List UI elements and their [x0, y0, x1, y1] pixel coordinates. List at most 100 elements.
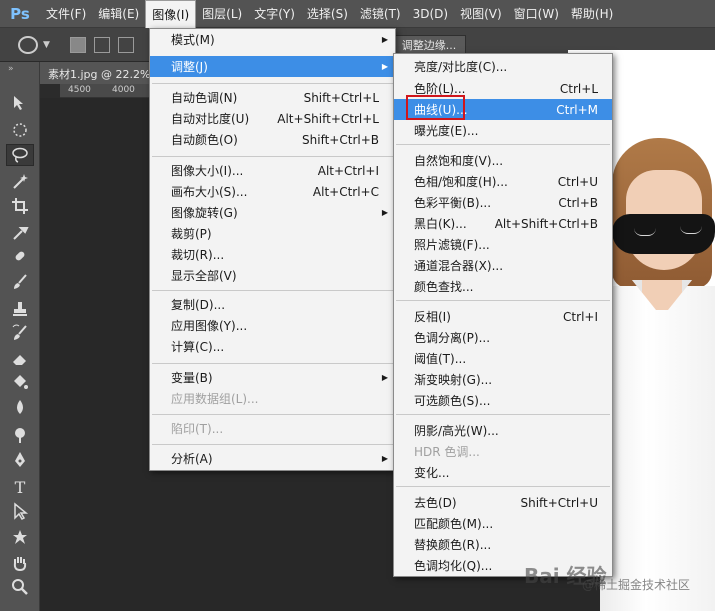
add-to-selection-icon[interactable]: [94, 37, 110, 53]
clone-stamp-tool-icon[interactable]: [6, 298, 34, 320]
menu-item-shortcut: Ctrl+L: [559, 81, 598, 96]
adjust-menu-item-9[interactable]: 通道混合器(X)...: [394, 255, 612, 276]
blur-tool-icon[interactable]: [6, 396, 34, 418]
menu-3d[interactable]: 3D(D): [407, 0, 454, 28]
menu-item-shortcut: Alt+Shift+Ctrl+L: [277, 111, 379, 126]
hand-tool-icon[interactable]: [6, 552, 34, 574]
adjust-menu-item-15[interactable]: 可选颜色(S)...: [394, 390, 612, 411]
marquee-tool-icon[interactable]: [6, 119, 34, 141]
menu-item-label: 颜色查找...: [414, 280, 474, 294]
menu-edit[interactable]: 编辑(E): [92, 0, 145, 28]
menu-item-shortcut: Ctrl+I: [563, 309, 598, 324]
menu-item-label: 自动颜色(O): [171, 133, 238, 147]
lasso-preset-icon[interactable]: [18, 36, 38, 54]
submenu-arrow-icon: ▶: [381, 62, 388, 71]
menu-item-label: 替换颜色(R)...: [414, 538, 492, 552]
new-selection-icon[interactable]: [70, 37, 86, 53]
menu-layer[interactable]: 图层(L): [196, 0, 248, 28]
image-menu-item-12[interactable]: 应用图像(Y)...: [150, 315, 395, 336]
image-menu-item-6[interactable]: 画布大小(S)... Alt+Ctrl+C: [150, 181, 395, 202]
paint-bucket-tool-icon[interactable]: [6, 371, 34, 393]
image-menu-item-9[interactable]: 裁切(R)...: [150, 244, 395, 265]
menu-separator: [152, 363, 395, 364]
adjust-menu-item-7[interactable]: 黑白(K)... Alt+Shift+Ctrl+B: [394, 213, 612, 234]
menu-file[interactable]: 文件(F): [40, 0, 92, 28]
crop-tool-icon[interactable]: [6, 195, 34, 217]
eraser-tool-icon[interactable]: [6, 348, 34, 370]
path-selection-tool-icon[interactable]: [6, 500, 34, 522]
image-menu-item-10[interactable]: 显示全部(V): [150, 265, 395, 286]
custom-shape-tool-icon[interactable]: [6, 526, 34, 548]
collapse-icon[interactable]: »: [8, 64, 14, 74]
menu-item-shortcut: Alt+Ctrl+C: [312, 184, 379, 199]
adjust-menu-item-4[interactable]: 自然饱和度(V)...: [394, 150, 612, 171]
healing-brush-tool-icon[interactable]: [6, 245, 34, 267]
move-tool-icon[interactable]: [6, 92, 34, 114]
menu-item-label: 调整(J): [171, 60, 208, 74]
adjust-menu-item-21[interactable]: 替换颜色(R)...: [394, 534, 612, 555]
image-menu-item-11[interactable]: 复制(D)...: [150, 294, 395, 315]
image-menu-item-4[interactable]: 自动颜色(O) Shift+Ctrl+B: [150, 129, 395, 150]
adjust-menu-item-0[interactable]: 亮度/对比度(C)...: [394, 56, 612, 77]
adjust-menu-item-11[interactable]: 反相(I) Ctrl+I: [394, 306, 612, 327]
pen-tool-icon[interactable]: [6, 449, 34, 471]
lasso-tool-icon[interactable]: [6, 144, 34, 166]
adjust-menu-item-18[interactable]: 变化...: [394, 462, 612, 483]
adjust-menu-item-13[interactable]: 阈值(T)...: [394, 348, 612, 369]
menu-item-shortcut: Shift+Ctrl+U: [520, 495, 598, 510]
menu-item-label: 变化...: [414, 466, 450, 480]
menu-image[interactable]: 图像(I): [145, 0, 197, 28]
image-menu-item-1[interactable]: 调整(J) ▶: [150, 56, 395, 77]
zoom-tool-icon[interactable]: [6, 576, 34, 598]
ruler-label: 4500: [68, 85, 91, 95]
adjust-menu-item-6[interactable]: 色彩平衡(B)... Ctrl+B: [394, 192, 612, 213]
image-menu-item-14[interactable]: 变量(B) ▶: [150, 367, 395, 388]
adjust-menu-item-3[interactable]: 曝光度(E)...: [394, 120, 612, 141]
type-tool-icon[interactable]: T: [6, 476, 34, 498]
adjust-menu-item-14[interactable]: 渐变映射(G)...: [394, 369, 612, 390]
menu-type[interactable]: 文字(Y): [248, 0, 301, 28]
brush-tool-icon[interactable]: [6, 271, 34, 293]
menu-separator: [396, 486, 610, 487]
history-brush-tool-icon[interactable]: [6, 322, 34, 344]
menu-item-label: 色调分离(P)...: [414, 331, 491, 345]
image-menu-item-17[interactable]: 分析(A) ▶: [150, 448, 395, 469]
refine-edge-button[interactable]: 调整边缘...: [392, 35, 466, 55]
adjust-menu-item-5[interactable]: 色相/饱和度(H)... Ctrl+U: [394, 171, 612, 192]
menu-view[interactable]: 视图(V): [454, 0, 508, 28]
image-menu-item-3[interactable]: 自动对比度(U) Alt+Shift+Ctrl+L: [150, 108, 395, 129]
adjust-menu-item-16[interactable]: 阴影/高光(W)...: [394, 420, 612, 441]
adjust-menu-item-8[interactable]: 照片滤镜(F)...: [394, 234, 612, 255]
menu-item-label: 阴影/高光(W)...: [414, 424, 499, 438]
adjust-menu-item-12[interactable]: 色调分离(P)...: [394, 327, 612, 348]
image-menu-item-15: 应用数据组(L)...: [150, 388, 395, 409]
document-tab[interactable]: 素材1.jpg @ 22.2%: [40, 62, 150, 84]
menu-item-label: 可选颜色(S)...: [414, 394, 491, 408]
dodge-tool-icon[interactable]: [6, 424, 34, 446]
image-menu-item-0[interactable]: 模式(M) ▶: [150, 29, 395, 50]
image-menu-item-8[interactable]: 裁剪(P): [150, 223, 395, 244]
menu-separator: [152, 83, 395, 84]
menu-item-label: 分析(A): [171, 452, 213, 466]
menu-filter[interactable]: 滤镜(T): [354, 0, 407, 28]
image-menu-item-5[interactable]: 图像大小(I)... Alt+Ctrl+I: [150, 160, 395, 181]
eyedropper-tool-icon[interactable]: [6, 222, 34, 244]
adjust-menu-item-19[interactable]: 去色(D) Shift+Ctrl+U: [394, 492, 612, 513]
adjust-menu-item-20[interactable]: 匹配颜色(M)...: [394, 513, 612, 534]
image-menu-item-13[interactable]: 计算(C)...: [150, 336, 395, 357]
image-menu-item-2[interactable]: 自动色调(N) Shift+Ctrl+L: [150, 87, 395, 108]
menu-item-shortcut: Alt+Shift+Ctrl+B: [494, 216, 598, 231]
menu-item-label: 色彩平衡(B)...: [414, 196, 492, 210]
menu-item-label: 阈值(T)...: [414, 352, 467, 366]
menu-bar: Ps 文件(F) 编辑(E) 图像(I) 图层(L) 文字(Y) 选择(S) 滤…: [0, 0, 715, 28]
menu-window[interactable]: 窗口(W): [508, 0, 565, 28]
menu-help[interactable]: 帮助(H): [565, 0, 619, 28]
chevron-down-icon[interactable]: ▼: [43, 40, 50, 50]
menu-select[interactable]: 选择(S): [301, 0, 354, 28]
adjust-menu-item-10[interactable]: 颜色查找...: [394, 276, 612, 297]
menu-item-shortcut: Ctrl+B: [558, 195, 598, 210]
image-menu-item-7[interactable]: 图像旋转(G) ▶: [150, 202, 395, 223]
subtract-from-selection-icon[interactable]: [118, 37, 134, 53]
adjustments-submenu: 亮度/对比度(C)... 色阶(L)... Ctrl+L 曲线(U)... Ctrl+M…: [393, 53, 613, 577]
magic-wand-tool-icon[interactable]: [6, 171, 34, 193]
